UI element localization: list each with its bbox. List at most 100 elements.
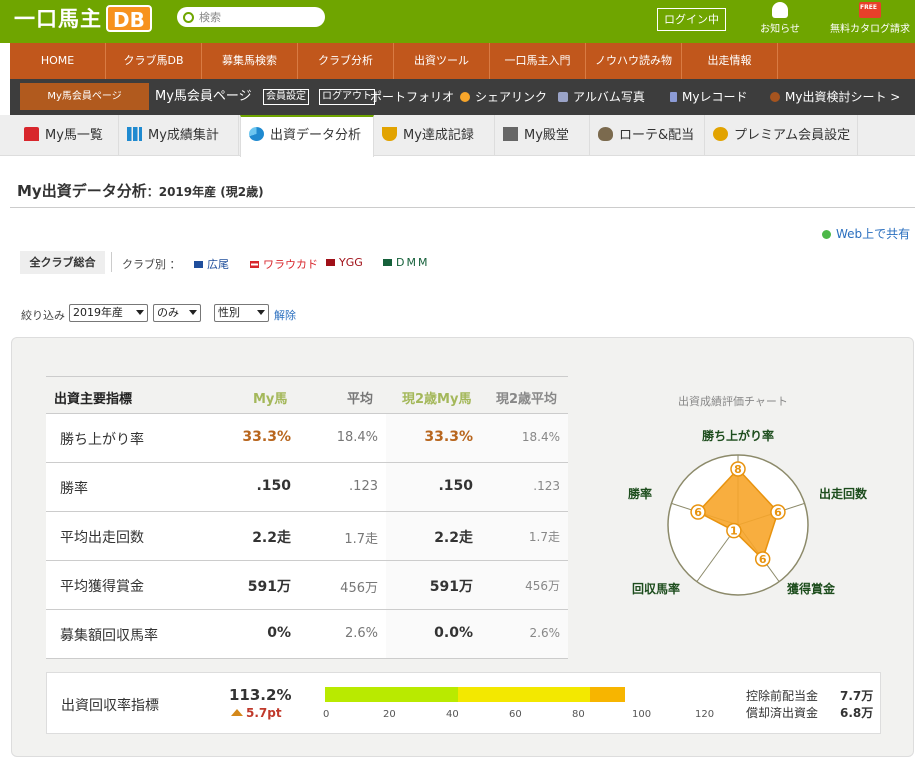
roi-delta: 5.7pt	[231, 706, 282, 720]
investment-sheet-link[interactable]: My出資検討シート >	[770, 79, 900, 115]
flag-icon	[326, 259, 335, 266]
depreciated-label: 償却済出資金	[746, 706, 819, 720]
narrow-label: 絞り込み	[21, 309, 65, 322]
link-icon	[460, 92, 470, 102]
nav-club-db[interactable]: クラブ馬DB	[106, 43, 202, 79]
radar-chart: 8 6 6 1 6 勝ち上がり率出走回数獲得賞金 回収馬率 勝率	[628, 428, 868, 596]
share-link-nav[interactable]: シェアリンク	[460, 79, 547, 115]
tab-data-analysis[interactable]: 出資データ分析	[240, 115, 374, 157]
nav-intro[interactable]: 一口馬主入門	[490, 43, 586, 79]
roi-scale-tick: 20	[383, 709, 396, 720]
coin-icon	[713, 127, 728, 141]
album-link[interactable]: アルバム写真	[558, 79, 645, 115]
club-hiroo[interactable]: 広尾	[194, 256, 229, 272]
flag-icon	[194, 261, 203, 268]
investment-sheet-label: My出資検討シート >	[785, 90, 901, 104]
header-my2: 現2歳My馬	[402, 392, 472, 407]
club-ygg[interactable]: YGG	[326, 256, 363, 269]
nav-knowhow[interactable]: ノウハウ読み物	[586, 43, 682, 79]
member-page-tab[interactable]: My馬会員ページ	[20, 83, 149, 110]
chevron-down-icon	[257, 310, 265, 315]
club-waraukado[interactable]: ワラウカド	[250, 256, 318, 272]
tab-strip: My馬一覧 My成績集計 出資データ分析 My達成記録 My殿堂 ローテ&配当 …	[0, 115, 915, 157]
hourglass-icon	[670, 92, 677, 102]
year-select[interactable]: 2019年産	[69, 304, 148, 322]
pie-chart-icon	[249, 127, 264, 141]
radar-axis-label: 勝率	[628, 486, 652, 501]
flag-icon	[383, 259, 392, 266]
tab-rotation-dividends[interactable]: ローテ&配当	[590, 115, 705, 156]
search-input[interactable]: 検索	[177, 7, 325, 27]
tab-achievements[interactable]: My達成記録	[374, 115, 495, 156]
tab-label: My成績集計	[148, 128, 219, 143]
avg2-value: .123	[533, 479, 560, 493]
member-settings-link[interactable]: 会員設定	[263, 89, 309, 105]
horse-icon	[770, 92, 780, 102]
roi-indicator: 出資回収率指標 113.2% 5.7pt 0 20 40 60 80 100 120 控除前…	[46, 672, 881, 734]
table-row: 勝ち上がり率 33.3% 18.4% 33.3% 18.4%	[46, 414, 568, 463]
only-select[interactable]: のみ	[153, 304, 201, 322]
table-header: 出資主要指標 My馬 平均 現2歳My馬 現2歳平均	[46, 376, 568, 414]
bar-chart-icon	[127, 127, 142, 141]
table-row: 勝率 .150 .123 .150 .123	[46, 463, 568, 512]
header-metric: 出資主要指標	[54, 392, 133, 407]
clear-filter-link[interactable]: 解除	[274, 307, 296, 323]
notice-button[interactable]: お知らせ	[758, 2, 802, 35]
avg-value: .123	[349, 479, 378, 494]
my-value: .150	[256, 478, 291, 494]
roi-scale-tick: 0	[323, 709, 330, 720]
only-select-value: のみ	[157, 306, 179, 319]
share-web-link[interactable]: Web上で共有	[822, 225, 910, 242]
roi-bar-segment	[590, 687, 625, 702]
metric-label: 勝ち上がり率	[60, 432, 144, 448]
login-status-button[interactable]: ログイン中	[657, 8, 726, 31]
site-logo[interactable]: 一口馬主 DB	[14, 4, 152, 32]
pre-deduct-value: 7.7万	[840, 689, 874, 703]
share-icon	[822, 230, 831, 239]
nav-race-info[interactable]: 出走情報	[682, 43, 778, 79]
club-name: ワラウカド	[263, 258, 318, 271]
tab-hall-of-fame[interactable]: My殿堂	[495, 115, 590, 156]
member-page-title[interactable]: My馬会員ページ	[155, 79, 252, 115]
tab-label: My馬一覧	[45, 128, 103, 143]
header-my: My馬	[253, 392, 288, 407]
logout-link[interactable]: ログアウト	[319, 89, 375, 105]
album-label: アルバム写真	[573, 90, 645, 104]
my2-value: 0.0%	[434, 625, 473, 641]
club-dmm[interactable]: DMM	[383, 256, 429, 269]
radar-score-label: 6	[774, 506, 782, 519]
my-record-link[interactable]: Myレコード	[670, 79, 747, 115]
avg-value: 456万	[340, 581, 378, 596]
nav-club-analysis[interactable]: クラブ分析	[298, 43, 394, 79]
page-title: My出資データ分析：2019年産 (現2歳)	[17, 180, 264, 201]
avg-value: 18.4%	[336, 430, 378, 445]
tab-my-horses[interactable]: My馬一覧	[16, 115, 119, 156]
roi-scale-tick: 80	[572, 709, 585, 720]
my-value: 2.2走	[252, 530, 291, 546]
year-select-value: 2019年産	[73, 306, 123, 319]
stable-icon	[24, 127, 39, 141]
money-bag-icon	[598, 127, 613, 141]
top-header: 一口馬主 DB 検索 ログイン中 お知らせ FREE 無料カタログ請求	[0, 0, 915, 43]
tab-premium-settings[interactable]: プレミアム会員設定	[705, 115, 858, 156]
nav-horse-search[interactable]: 募集馬検索	[202, 43, 298, 79]
avg2-value: 456万	[525, 579, 560, 593]
metric-label: 平均出走回数	[60, 530, 144, 546]
all-clubs-button[interactable]: 全クラブ総合	[20, 251, 105, 274]
tab-my-results[interactable]: My成績集計	[119, 115, 239, 156]
portfolio-link[interactable]: ポートフォリオ	[370, 79, 454, 115]
share-label: Web上で共有	[836, 227, 911, 241]
member-bar: My馬会員ページ My馬会員ページ 会員設定 ログアウト ポートフォリオ シェア…	[10, 79, 915, 115]
metric-label: 募集額回収馬率	[60, 628, 158, 644]
catalog-request-button[interactable]: FREE 無料カタログ請求	[828, 2, 912, 35]
nav-home[interactable]: HOME	[10, 43, 106, 79]
nav-tools[interactable]: 出資ツール	[394, 43, 490, 79]
my2-value: 33.3%	[424, 429, 473, 445]
metric-label: 平均獲得賞金	[60, 579, 144, 595]
my2-value: 2.2走	[434, 530, 473, 546]
club-name: DMM	[396, 256, 430, 269]
roi-delta-value: 5.7pt	[246, 706, 282, 720]
logo-text: 一口馬主	[14, 7, 102, 31]
sex-select[interactable]: 性別	[214, 304, 269, 322]
share-link-label: シェアリンク	[475, 90, 548, 104]
